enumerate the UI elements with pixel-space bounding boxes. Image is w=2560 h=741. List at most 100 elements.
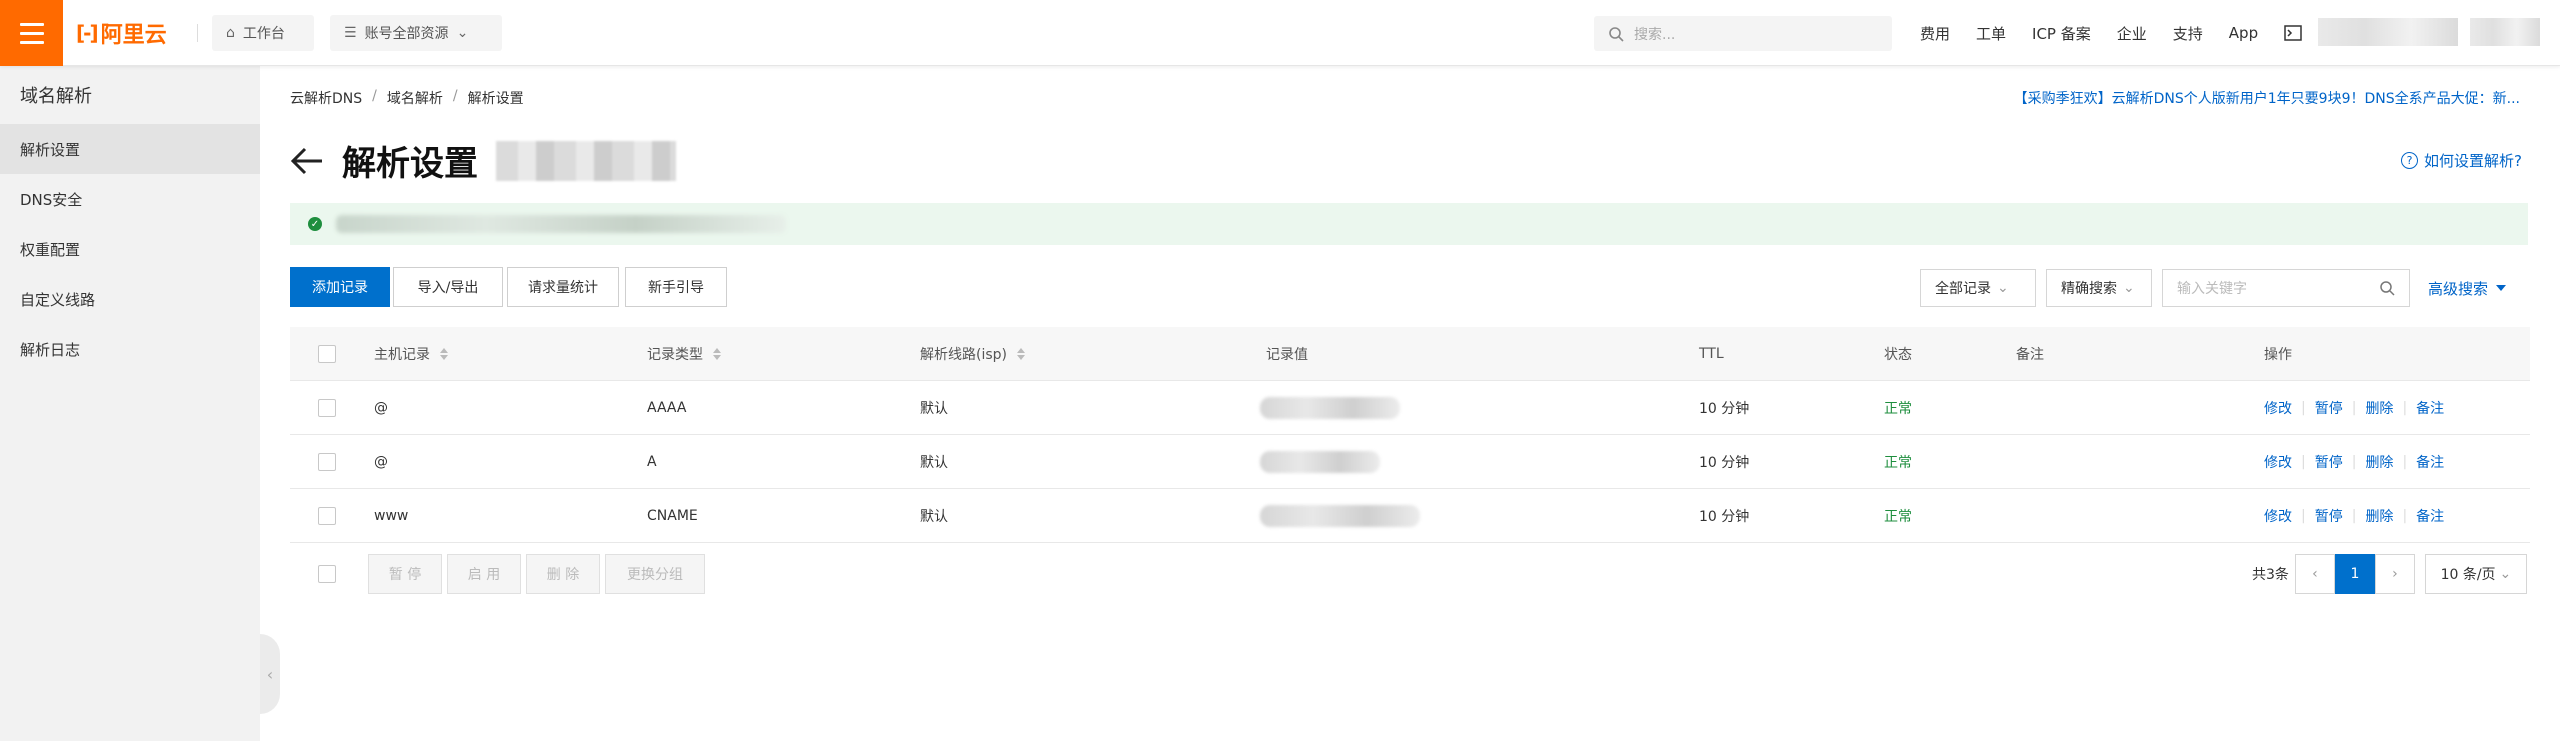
pause-link[interactable]: 暂停 bbox=[2315, 398, 2343, 418]
divider bbox=[197, 24, 198, 42]
cell-line: 默认 bbox=[920, 401, 948, 417]
terminal-icon[interactable] bbox=[2284, 25, 2302, 41]
top-link-enterprise[interactable]: 企业 bbox=[2117, 23, 2147, 44]
redacted-record-value bbox=[1260, 505, 1420, 527]
row-checkbox[interactable] bbox=[318, 399, 336, 417]
edit-link[interactable]: 修改 bbox=[2264, 506, 2292, 526]
edit-link[interactable]: 修改 bbox=[2264, 452, 2292, 472]
workbench-button[interactable]: ⌂ 工作台 bbox=[212, 15, 314, 51]
divider: | bbox=[2301, 508, 2306, 524]
menu-line bbox=[19, 40, 44, 44]
advanced-search-label: 高级搜索 bbox=[2428, 279, 2489, 298]
divider: | bbox=[2402, 508, 2408, 524]
top-link-app[interactable]: App bbox=[2229, 24, 2258, 42]
breadcrumb-separator: / bbox=[372, 88, 377, 104]
column-line-label: 解析线路(isp) bbox=[920, 347, 1007, 363]
breadcrumb-item-domain-dns[interactable]: 域名解析 bbox=[387, 88, 443, 108]
menu-line bbox=[19, 31, 44, 35]
sidebar-item-dns-security[interactable]: DNS安全 bbox=[0, 174, 260, 224]
next-page-button[interactable]: › bbox=[2374, 554, 2415, 594]
column-type-label: 记录类型 bbox=[647, 347, 703, 363]
redacted-avatar[interactable] bbox=[2470, 18, 2540, 46]
check-circle-icon: ✓ bbox=[308, 217, 322, 231]
import-export-button[interactable]: 导入/导出 bbox=[393, 267, 503, 307]
pause-link[interactable]: 暂停 bbox=[2315, 506, 2343, 526]
table-row: @ A 默认 10 分钟 正常 修改 | 暂停 | 删除 | 备注 bbox=[290, 435, 2530, 489]
search-mode-value: 精确搜索 bbox=[2061, 281, 2117, 297]
bulk-delete-button[interactable]: 删 除 bbox=[526, 554, 600, 594]
sidebar-item-dns-log[interactable]: 解析日志 bbox=[0, 324, 260, 374]
logo-text: 阿里云 bbox=[100, 23, 167, 48]
sidebar-collapse-handle[interactable]: ‹ bbox=[260, 634, 280, 714]
page-number-button[interactable]: 1 bbox=[2334, 554, 2375, 594]
cell-status: 正常 bbox=[1884, 401, 1912, 417]
search-icon bbox=[1609, 26, 1624, 42]
list-icon: ☰ bbox=[344, 25, 357, 41]
add-record-button[interactable]: 添加记录 bbox=[290, 267, 390, 307]
column-type[interactable]: 记录类型 bbox=[647, 327, 721, 381]
row-checkbox[interactable] bbox=[318, 507, 336, 525]
sidebar: 域名解析 解析设置 DNS安全 权重配置 自定义线路 解析日志 bbox=[0, 66, 260, 741]
home-icon: ⌂ bbox=[226, 25, 235, 41]
cell-status: 正常 bbox=[1884, 509, 1912, 525]
delete-link[interactable]: 删除 bbox=[2365, 506, 2393, 526]
chevron-down-icon: ⌄ bbox=[1997, 280, 2009, 296]
promo-banner-link[interactable]: 【采购季狂欢】云解析DNS个人版新用户1年只要9块9！DNS全系产品大促：新..… bbox=[2014, 88, 2520, 108]
breadcrumb-item-cloud-dns[interactable]: 云解析DNS bbox=[290, 88, 362, 108]
bulk-change-group-button[interactable]: 更换分组 bbox=[605, 554, 705, 594]
record-filter-select[interactable]: 全部记录 ⌄ bbox=[1920, 269, 2036, 307]
search-placeholder: 搜索... bbox=[1634, 26, 1676, 43]
sort-icon bbox=[713, 348, 721, 360]
remark-link[interactable]: 备注 bbox=[2416, 398, 2444, 418]
column-host[interactable]: 主机记录 bbox=[374, 327, 448, 381]
redacted-user-info bbox=[2318, 18, 2458, 46]
advanced-search-toggle[interactable]: 高级搜索 bbox=[2428, 269, 2507, 307]
cell-ttl: 10 分钟 bbox=[1699, 401, 1750, 417]
sidebar-title: 域名解析 bbox=[20, 86, 92, 107]
remark-link[interactable]: 备注 bbox=[2416, 506, 2444, 526]
column-line[interactable]: 解析线路(isp) bbox=[920, 327, 1025, 381]
back-arrow-icon[interactable] bbox=[290, 146, 324, 176]
resource-scope-dropdown[interactable]: ☰ 账号全部资源 ⌄ bbox=[330, 15, 502, 51]
search-mode-select[interactable]: 精确搜索 ⌄ bbox=[2046, 269, 2152, 307]
bulk-select-checkbox[interactable] bbox=[318, 565, 336, 583]
cell-type: CNAME bbox=[647, 508, 698, 524]
top-link-billing[interactable]: 费用 bbox=[1920, 23, 1950, 44]
aliyun-logo[interactable]: [-] 阿里云 bbox=[76, 18, 167, 48]
bulk-pause-button[interactable]: 暂 停 bbox=[368, 554, 442, 594]
help-link[interactable]: ? 如何设置解析? bbox=[2401, 150, 2522, 171]
select-all-checkbox[interactable] bbox=[318, 345, 336, 363]
keyword-search-input[interactable]: 输入关键字 bbox=[2162, 269, 2410, 307]
page-title: 解析设置 bbox=[342, 144, 478, 184]
table-row: @ AAAA 默认 10 分钟 正常 修改 | 暂停 | 删除 | 备注 bbox=[290, 381, 2530, 435]
sidebar-item-custom-line[interactable]: 自定义线路 bbox=[0, 274, 260, 324]
hamburger-menu-button[interactable] bbox=[0, 0, 63, 66]
request-stats-button[interactable]: 请求量统计 bbox=[507, 267, 619, 307]
divider: | bbox=[2301, 454, 2306, 470]
redacted-domain-name bbox=[496, 140, 676, 181]
global-search-input[interactable]: 搜索... bbox=[1594, 16, 1892, 51]
delete-link[interactable]: 删除 bbox=[2365, 398, 2393, 418]
top-link-ticket[interactable]: 工单 bbox=[1976, 23, 2006, 44]
status-notice: ✓ bbox=[290, 203, 2528, 245]
table-row: www CNAME 默认 10 分钟 正常 修改 | 暂停 | 删除 | 备注 bbox=[290, 489, 2530, 543]
remark-link[interactable]: 备注 bbox=[2416, 452, 2444, 472]
menu-line bbox=[19, 22, 44, 26]
top-link-support[interactable]: 支持 bbox=[2173, 23, 2203, 44]
page-size-select[interactable]: 10 条/页 ⌄ bbox=[2424, 554, 2527, 594]
delete-link[interactable]: 删除 bbox=[2365, 452, 2393, 472]
bulk-enable-button[interactable]: 启 用 bbox=[447, 554, 521, 594]
search-icon[interactable] bbox=[2379, 280, 2395, 296]
row-checkbox[interactable] bbox=[318, 453, 336, 471]
top-link-icp[interactable]: ICP 备案 bbox=[2032, 23, 2091, 44]
prev-page-button[interactable]: ‹ bbox=[2294, 554, 2335, 594]
sidebar-item-dns-settings[interactable]: 解析设置 bbox=[0, 124, 260, 174]
pause-link[interactable]: 暂停 bbox=[2315, 452, 2343, 472]
breadcrumb-item-dns-settings: 解析设置 bbox=[467, 91, 524, 107]
breadcrumb: 云解析DNS / 域名解析 / 解析设置 bbox=[290, 88, 524, 108]
chevron-right-icon: › bbox=[2392, 566, 2398, 582]
edit-link[interactable]: 修改 bbox=[2264, 398, 2292, 418]
newbie-guide-button[interactable]: 新手引导 bbox=[625, 267, 727, 307]
divider: | bbox=[2301, 400, 2306, 416]
sidebar-item-weight-config[interactable]: 权重配置 bbox=[0, 224, 260, 274]
